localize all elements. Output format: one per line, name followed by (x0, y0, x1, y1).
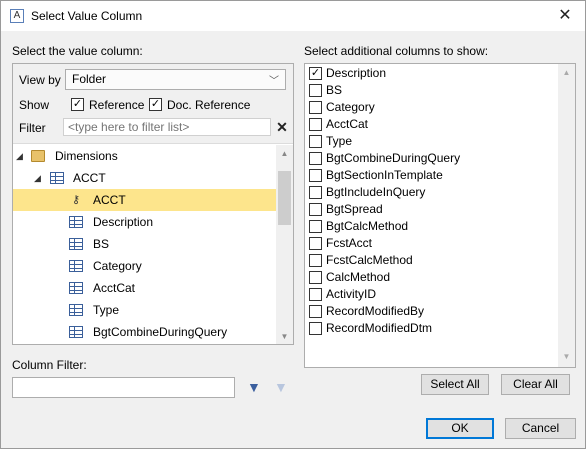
expanded-arrow-icon[interactable]: ◢ (34, 167, 41, 189)
apply-filter-icon[interactable]: ▼ (247, 379, 261, 395)
column-checkbox[interactable] (309, 135, 322, 148)
close-icon[interactable]: ✕ (555, 6, 575, 26)
tree-item-acct-table[interactable]: ◢ ACCT (13, 167, 276, 189)
column-label: Category (326, 100, 375, 114)
doc-reference-checkbox[interactable]: ✓ (149, 98, 162, 111)
expanded-arrow-icon[interactable]: ◢ (16, 145, 23, 167)
clear-all-button[interactable]: Clear All (501, 374, 570, 395)
folder-icon (31, 150, 45, 162)
column-label: ActivityID (326, 287, 377, 301)
tree-item-label: ACCT (73, 171, 106, 185)
column-icon (69, 238, 83, 250)
column-checkbox[interactable] (309, 271, 322, 284)
tree-item-label: Type (93, 303, 120, 317)
tree-item-acct-key[interactable]: ⚷ ACCT (13, 189, 276, 211)
column-checkbox[interactable] (309, 305, 322, 318)
tree-item-description[interactable]: Description (13, 211, 276, 233)
view-by-select[interactable]: Folder ﹀ (65, 69, 286, 90)
column-filter-input[interactable] (12, 377, 235, 398)
column-icon (69, 304, 83, 316)
column-checkbox[interactable] (309, 186, 322, 199)
select-value-column-dialog: A Select Value Column ✕ Select the value… (0, 0, 586, 449)
dimension-table-icon (50, 172, 64, 184)
column-checkbox[interactable] (309, 152, 322, 165)
tree-item-label: ACCT (93, 193, 126, 207)
filter-label: Filter (19, 121, 46, 135)
options-area: View by Folder ﹀ Show ✓ Reference ✓ Doc.… (13, 64, 293, 144)
column-checkbox[interactable] (309, 220, 322, 233)
column-label: BS (326, 83, 343, 97)
filter-input[interactable] (63, 118, 271, 136)
tree-item-acctcat[interactable]: AcctCat (13, 277, 276, 299)
show-label: Show (19, 98, 50, 112)
column-label: CalcMethod (326, 270, 391, 284)
ok-button[interactable]: OK (426, 418, 494, 439)
tree-item-bs[interactable]: BS (13, 233, 276, 255)
column-label: RecordModifiedBy (326, 304, 425, 318)
reference-label: Reference (89, 98, 145, 112)
column-filter-label: Column Filter: (12, 358, 87, 372)
column-icon (69, 326, 83, 338)
column-checkbox[interactable] (309, 101, 322, 114)
column-tree: ◢ Dimensions ◢ ACCT ⚷ ACCT Description B… (13, 145, 276, 344)
scroll-down-icon[interactable]: ▼ (558, 352, 575, 361)
column-label: BgtCalcMethod (326, 219, 409, 233)
tree-item-type[interactable]: Type (13, 299, 276, 321)
column-label: FcstAcct (326, 236, 373, 250)
value-column-panel: View by Folder ﹀ Show ✓ Reference ✓ Doc.… (12, 63, 294, 345)
scrollbar-thumb[interactable] (278, 171, 291, 225)
tree-scrollbar[interactable]: ▲ ▼ (276, 145, 293, 344)
column-icon (69, 282, 83, 294)
view-by-label: View by (19, 73, 61, 87)
scroll-down-icon[interactable]: ▼ (276, 332, 293, 341)
key-icon: ⚷ (71, 194, 81, 206)
tree-item-dimensions[interactable]: ◢ Dimensions (13, 145, 276, 167)
column-checkbox[interactable] (309, 169, 322, 182)
tree-item-label: Dimensions (55, 149, 118, 163)
window-title: Select Value Column (31, 9, 143, 23)
tree-item-label: BS (93, 237, 110, 251)
cancel-button[interactable]: Cancel (505, 418, 576, 439)
value-column-heading: Select the value column: (12, 44, 143, 58)
tree-item-label: AcctCat (93, 281, 136, 295)
column-label: Type (326, 134, 353, 148)
select-all-button[interactable]: Select All (421, 374, 489, 395)
tree-item-bgtcombineduringquery[interactable]: BgtCombineDuringQuery (13, 321, 276, 343)
column-checkbox[interactable] (309, 203, 322, 216)
reference-checkbox[interactable]: ✓ (71, 98, 84, 111)
scroll-up-icon[interactable]: ▲ (276, 149, 293, 158)
column-label: FcstCalcMethod (326, 253, 413, 267)
chevron-down-icon: ﹀ (269, 76, 279, 87)
column-label: Description (326, 66, 387, 80)
clear-column-filter-icon[interactable]: ▼ (274, 379, 288, 395)
column-label: BgtCombineDuringQuery (326, 151, 461, 165)
doc-reference-label: Doc. Reference (167, 98, 251, 112)
column-icon (69, 216, 83, 228)
column-label: BgtIncludeInQuery (326, 185, 426, 199)
view-by-value: Folder (72, 72, 107, 86)
app-icon: A (10, 9, 24, 23)
column-label: AcctCat (326, 117, 369, 131)
column-checkbox[interactable] (309, 118, 322, 131)
title-bar: A Select Value Column ✕ (1, 1, 585, 31)
column-label: BgtSectionInTemplate (326, 168, 443, 182)
tree-item-category[interactable]: Category (13, 255, 276, 277)
tree-item-label: Description (93, 215, 154, 229)
columns-scrollbar[interactable]: ▲ ▼ (558, 64, 575, 367)
clear-filter-icon[interactable]: ✕ (275, 118, 289, 136)
column-label: BgtSpread (326, 202, 383, 216)
scroll-up-icon[interactable]: ▲ (558, 68, 575, 77)
column-checkbox[interactable] (309, 84, 322, 97)
column-label: RecordModifiedDtm (326, 321, 433, 335)
column-checkbox[interactable] (309, 288, 322, 301)
column-checkbox[interactable] (309, 322, 322, 335)
tree-item-label: Category (93, 259, 142, 273)
additional-columns-panel: ✓ Description BS Category AcctCat Type Bg… (304, 63, 576, 368)
tree-item-label: BgtCombineDuringQuery (93, 325, 228, 339)
column-checkbox[interactable]: ✓ (309, 67, 322, 80)
column-icon (69, 260, 83, 272)
column-checkbox[interactable] (309, 254, 322, 267)
additional-columns-heading: Select additional columns to show: (304, 44, 489, 58)
column-checkbox[interactable] (309, 237, 322, 250)
